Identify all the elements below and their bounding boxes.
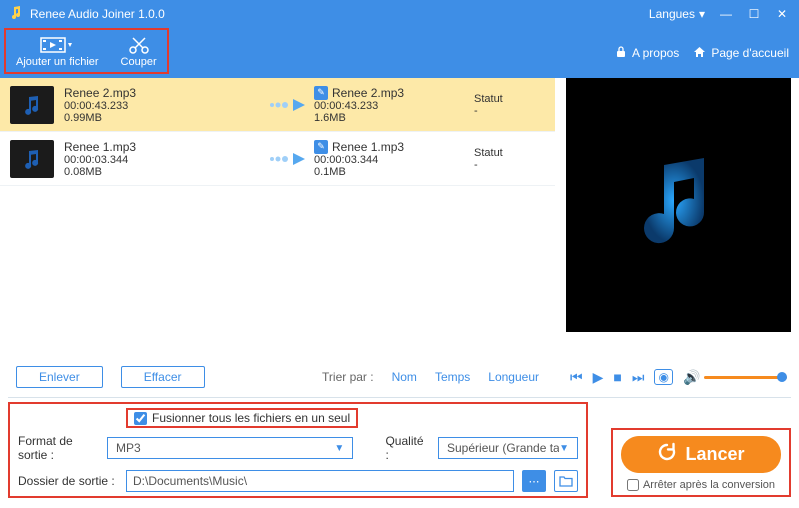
source-column: Renee 2.mp3 00:00:43.233 0.99MB [64, 86, 264, 124]
add-file-button[interactable]: Ajouter un fichier [10, 32, 105, 70]
close-button[interactable]: ✕ [773, 7, 791, 21]
stop-after-checkbox[interactable]: Arrêter après la conversion [621, 479, 781, 491]
remove-button[interactable]: Enlever [16, 366, 103, 388]
format-label: Format de sortie : [18, 434, 99, 462]
home-link[interactable]: Page d'accueil [693, 46, 789, 61]
snapshot-icon[interactable]: ◉ [654, 369, 672, 385]
maximize-button[interactable]: ☐ [745, 7, 763, 21]
title-bar: Renee Audio Joiner 1.0.0 Langues ▾ — ☐ ✕ [0, 0, 799, 28]
app-logo-icon [8, 5, 24, 24]
status-value: - [474, 159, 534, 171]
arrow-icon [264, 97, 314, 113]
volume-slider[interactable] [704, 376, 787, 379]
play-icon[interactable]: ▶ [593, 369, 604, 386]
playback-controls: ⏮ ▶ ■ ⏭ ◉ 🔊 [566, 362, 791, 392]
source-size: 0.08MB [64, 166, 264, 178]
chevron-down-icon: ▼ [559, 443, 569, 454]
file-row[interactable]: Renee 1.mp3 00:00:03.344 0.08MB ✎ Renee … [0, 132, 555, 186]
edit-icon[interactable]: ✎ [314, 86, 328, 100]
destination-duration: 00:00:03.344 [314, 154, 474, 166]
format-select[interactable]: MP3 ▼ [107, 437, 353, 459]
status-label: Statut [474, 147, 534, 159]
toolbar-right-links: A propos Page d'accueil [615, 46, 789, 61]
sort-label: Trier par : [322, 370, 374, 384]
main-toolbar: Ajouter un fichier Couper A propos Page … [0, 28, 799, 78]
destination-name: Renee 2.mp3 [332, 86, 404, 100]
language-menu[interactable]: Langues ▾ [649, 7, 705, 21]
source-duration: 00:00:03.344 [64, 154, 264, 166]
cut-button[interactable]: Couper [115, 32, 163, 70]
home-icon [693, 46, 706, 61]
source-size: 0.99MB [64, 112, 264, 124]
lock-icon [615, 46, 627, 61]
arrow-icon [264, 151, 314, 167]
quality-label: Qualité : [385, 434, 430, 462]
add-file-label: Ajouter un fichier [16, 56, 99, 68]
chevron-down-icon: ▾ [699, 7, 705, 21]
stop-after-label: Arrêter après la conversion [643, 479, 775, 491]
file-thumbnail [10, 86, 54, 124]
quality-value: Supérieur (Grande ta [447, 441, 559, 455]
file-thumbnail [10, 140, 54, 178]
file-row[interactable]: Renee 2.mp3 00:00:43.233 0.99MB ✎ Renee … [0, 78, 555, 132]
about-link[interactable]: A propos [615, 46, 679, 61]
volume-icon[interactable]: 🔊 [683, 369, 700, 386]
about-label: A propos [632, 46, 679, 60]
skip-forward-icon[interactable]: ⏭ [632, 369, 645, 386]
source-name: Renee 1.mp3 [64, 140, 264, 154]
window-controls: — ☐ ✕ [717, 7, 791, 21]
launch-panel: Lancer Arrêter après la conversion [611, 428, 791, 497]
language-label: Langues [649, 7, 695, 21]
browse-folder-button[interactable] [554, 470, 578, 492]
volume-thumb[interactable] [777, 372, 787, 382]
source-column: Renee 1.mp3 00:00:03.344 0.08MB [64, 140, 264, 178]
cut-label: Couper [121, 56, 157, 68]
destination-duration: 00:00:43.233 [314, 100, 474, 112]
chevron-down-icon: ▼ [334, 443, 344, 454]
refresh-icon [657, 442, 677, 467]
destination-name: Renee 1.mp3 [332, 140, 404, 154]
app-title: Renee Audio Joiner 1.0.0 [30, 7, 649, 21]
preview-pane [566, 78, 791, 332]
launch-button[interactable]: Lancer [621, 436, 781, 473]
quality-select[interactable]: Supérieur (Grande ta ▼ [438, 437, 578, 459]
format-value: MP3 [116, 441, 141, 455]
merge-label: Fusionner tous les fichiers en un seul [152, 411, 350, 425]
destination-column: ✎ Renee 1.mp3 00:00:03.344 0.1MB [314, 140, 474, 178]
clear-button[interactable]: Effacer [121, 366, 205, 388]
list-controls-bar: Enlever Effacer Trier par : Nom Temps Lo… [0, 362, 555, 392]
divider [8, 397, 791, 398]
sort-by-time[interactable]: Temps [435, 370, 470, 384]
source-duration: 00:00:43.233 [64, 100, 264, 112]
volume-control: 🔊 [683, 369, 787, 386]
output-settings-panel: Fusionner tous les fichiers en un seul F… [8, 402, 588, 498]
stop-icon[interactable]: ■ [613, 369, 621, 385]
skip-back-icon[interactable]: ⏮ [570, 369, 583, 386]
launch-label: Lancer [685, 444, 744, 465]
home-label: Page d'accueil [711, 46, 789, 60]
output-folder-input[interactable]: D:\Documents\Music\ [126, 470, 514, 492]
filmstrip-add-icon [40, 34, 74, 56]
sort-by-name[interactable]: Nom [392, 370, 417, 384]
status-column: Statut - [474, 147, 534, 171]
destination-size: 1.6MB [314, 112, 474, 124]
sort-by-length[interactable]: Longueur [488, 370, 539, 384]
status-value: - [474, 105, 534, 117]
destination-column: ✎ Renee 2.mp3 00:00:43.233 1.6MB [314, 86, 474, 124]
status-column: Statut - [474, 93, 534, 117]
more-button[interactable]: ⋯ [522, 470, 546, 492]
folder-label: Dossier de sortie : [18, 474, 118, 488]
stop-after-input[interactable] [627, 479, 639, 491]
merge-checkbox[interactable]: Fusionner tous les fichiers en un seul [126, 408, 358, 428]
toolbar-highlight-group: Ajouter un fichier Couper [4, 28, 169, 74]
file-list: Renee 2.mp3 00:00:43.233 0.99MB ✎ Renee … [0, 78, 555, 330]
status-label: Statut [474, 93, 534, 105]
edit-icon[interactable]: ✎ [314, 140, 328, 154]
destination-size: 0.1MB [314, 166, 474, 178]
scissors-icon [128, 34, 150, 56]
minimize-button[interactable]: — [717, 7, 735, 21]
source-name: Renee 2.mp3 [64, 86, 264, 100]
folder-value: D:\Documents\Music\ [133, 474, 507, 488]
merge-checkbox-input[interactable] [134, 412, 147, 425]
